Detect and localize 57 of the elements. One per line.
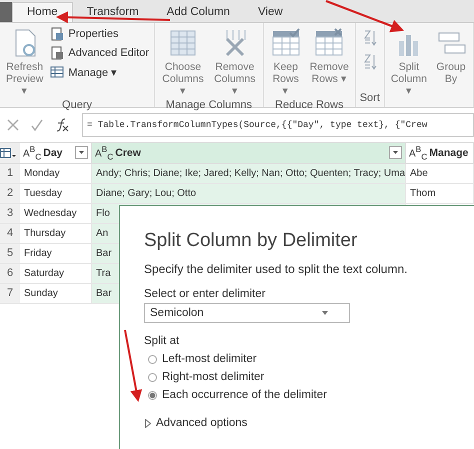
- ribbon-button[interactable]: Manage ▾: [48, 63, 152, 81]
- dialog-description: Specify the delimiter used to split the text column.: [144, 262, 408, 276]
- ribbon-button[interactable]: Remove Columns ▾: [210, 25, 260, 99]
- group-label: Query: [62, 99, 92, 113]
- ribbon-button[interactable]: Group By: [432, 25, 470, 107]
- ribbon-button[interactable]: Properties: [48, 25, 152, 43]
- ribbon-tab[interactable]: Add Column: [152, 3, 244, 22]
- row-number: 4: [0, 224, 20, 243]
- ribbon-button[interactable]: Advanced Editor: [48, 44, 152, 62]
- row-number: 5: [0, 244, 20, 263]
- row-number: 3: [0, 204, 20, 223]
- ribbon-button[interactable]: Split Column ▾: [388, 25, 430, 107]
- document-icon: [50, 27, 64, 41]
- row-number: 6: [0, 264, 20, 283]
- radio-button[interactable]: [148, 354, 157, 364]
- column-header[interactable]: A$^{B}$$_{C}$ Manage: [406, 143, 474, 163]
- field-label: Select or enter delimiter: [144, 288, 266, 300]
- triangle-right-icon: [144, 418, 152, 428]
- table-cell: Diane; Gary; Lou; Otto: [92, 184, 406, 203]
- row-number: 2: [0, 184, 20, 203]
- cancel-icon[interactable]: [6, 118, 20, 132]
- row-number: 7: [0, 284, 20, 303]
- sort-descending-icon[interactable]: [362, 53, 377, 71]
- group-label: Sort: [360, 92, 380, 106]
- table-menu-icon[interactable]: [0, 147, 16, 159]
- ribbon-button[interactable]: Keep Rows ▾: [266, 25, 305, 99]
- expander[interactable]: Advanced options: [144, 417, 248, 429]
- filter-dropdown-icon[interactable]: [75, 146, 88, 159]
- field-label: Split at: [144, 335, 180, 347]
- radio-label: Right-most delimiter: [162, 371, 264, 383]
- table-cell: Abe: [406, 164, 474, 183]
- ribbon-tab[interactable]: View: [244, 3, 297, 22]
- row-number: 1: [0, 164, 20, 183]
- ribbon-button[interactable]: Refresh Preview ▾: [3, 25, 46, 99]
- function-icon[interactable]: [54, 117, 70, 133]
- group-label: Reduce Rows: [275, 99, 344, 113]
- radio-button[interactable]: [148, 372, 157, 382]
- table-cell: Thom: [406, 184, 474, 203]
- ribbon-tab[interactable]: Transform: [72, 3, 153, 22]
- column-header[interactable]: A$^{B}$$_{C}$ Day: [20, 143, 92, 163]
- ribbon-button[interactable]: Remove Rows ▾: [306, 25, 352, 99]
- caret-icon: [321, 310, 329, 316]
- ribbon-button[interactable]: Choose Columns ▾: [158, 25, 208, 99]
- group-label: Manage Columns: [166, 99, 252, 113]
- delimiter-dropdown[interactable]: Semicolon: [144, 303, 350, 323]
- table-cell: Andy; Chris; Diane; Ike; Jared; Kelly; Nan; Otto; Quenten; Tracy; Uma: [92, 164, 406, 183]
- formula-field[interactable]: = Table.TransformColumnTypes(Source,{{"Day", type text}, {"Crew: [82, 113, 474, 137]
- column-header[interactable]: A$^{B}$$_{C}$ Crew: [92, 143, 406, 163]
- table-icon: [50, 65, 64, 79]
- radio-label: Left-most delimiter: [162, 353, 257, 365]
- ribbon-tab[interactable]: Home: [12, 2, 73, 22]
- radio-label: Each occurrence of the delimiter: [162, 389, 327, 401]
- check-icon[interactable]: [30, 118, 44, 132]
- radio-button[interactable]: [148, 390, 157, 400]
- filter-dropdown-icon[interactable]: [389, 146, 402, 159]
- sort-ascending-icon[interactable]: [362, 29, 377, 47]
- document-icon: [50, 46, 64, 60]
